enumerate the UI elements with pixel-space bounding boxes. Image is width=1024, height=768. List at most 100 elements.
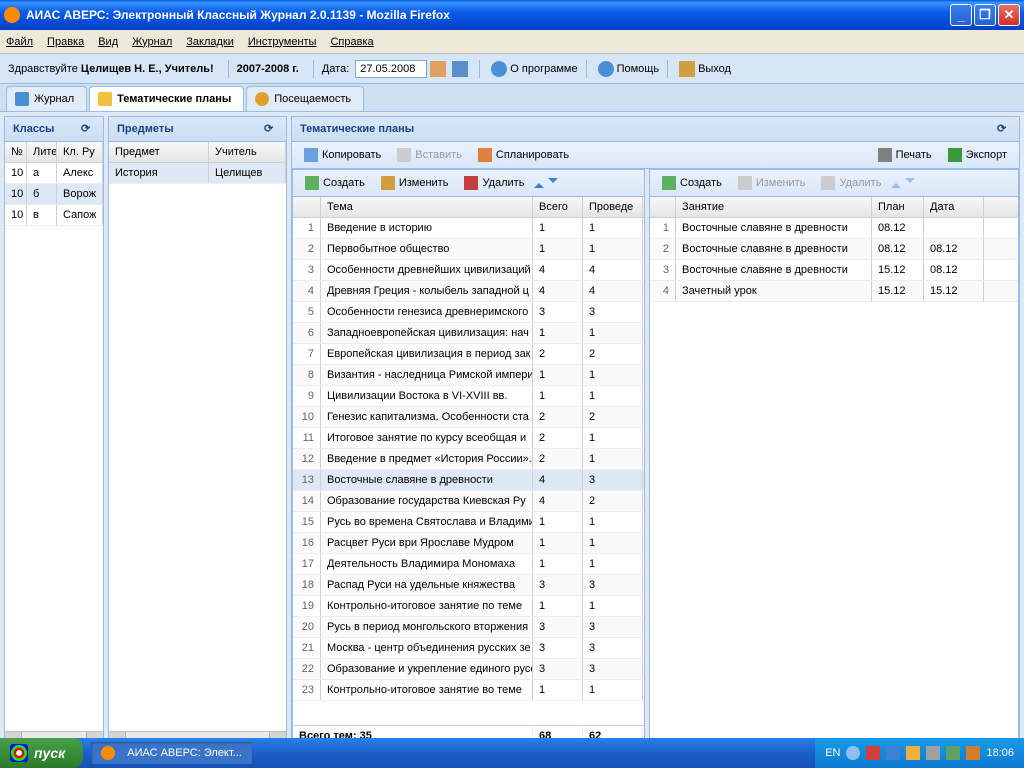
year-label: 2007-2008 г. [237, 63, 299, 75]
paste-button[interactable]: Вставить [391, 146, 468, 164]
lesson-row[interactable]: 4Зачетный урок15.1215.12 [650, 281, 1018, 302]
calendar-icon[interactable] [430, 61, 446, 77]
plan-button[interactable]: Спланировать [472, 146, 575, 164]
edit-icon [381, 176, 395, 190]
theme-row[interactable]: 17Деятельность Владимира Мономаха11 [293, 554, 644, 575]
copy-button[interactable]: Копировать [298, 146, 387, 164]
menu-edit[interactable]: Правка [47, 36, 84, 48]
theme-row[interactable]: 1Введение в историю11 [293, 218, 644, 239]
volume-icon[interactable] [926, 746, 940, 760]
theme-row[interactable]: 15Русь во времена Святослава и Владими11 [293, 512, 644, 533]
folder-icon [98, 92, 112, 106]
tray-icon[interactable] [946, 746, 960, 760]
edit-button[interactable]: Изменить [732, 174, 812, 192]
themes-panel: Создать Изменить Удалить ТемаВсегоПровед… [292, 169, 645, 747]
delete-icon [464, 176, 478, 190]
classes-header: №ЛитеКл. Ру [5, 142, 103, 163]
start-button[interactable]: пуск [0, 738, 83, 768]
subjects-title: Предметы [117, 123, 174, 135]
menu-journal[interactable]: Журнал [132, 36, 172, 48]
tray-icon[interactable] [966, 746, 980, 760]
classes-title: Классы [13, 123, 54, 135]
theme-row[interactable]: 14Образование государства Киевская Ру42 [293, 491, 644, 512]
info-icon[interactable] [491, 61, 507, 77]
lesson-row[interactable]: 2Восточные славяне в древности08.1208.12 [650, 239, 1018, 260]
system-tray: EN 18:06 [815, 738, 1024, 768]
theme-row[interactable]: 19Контрольно-итоговое занятие по теме11 [293, 596, 644, 617]
refresh-date-icon[interactable] [452, 61, 468, 77]
theme-row[interactable]: 9Цивилизации Востока в VI-XVIII вв.11 [293, 386, 644, 407]
close-button[interactable]: ✕ [998, 4, 1020, 26]
menu-help[interactable]: Справка [330, 36, 373, 48]
window-titlebar: АИАС АВЕРС: Электронный Классный Журнал … [0, 0, 1024, 30]
taskbar-app[interactable]: АИАС АВЕРС: Элект... [91, 742, 252, 764]
tray-icon[interactable] [866, 746, 880, 760]
move-up-icon[interactable] [891, 178, 901, 188]
delete-button[interactable]: Удалить [458, 174, 530, 192]
theme-row[interactable]: 18Распад Руси на удельные княжества33 [293, 575, 644, 596]
export-button[interactable]: Экспорт [942, 146, 1013, 164]
help-icon[interactable] [598, 61, 614, 77]
exit-link[interactable]: Выход [698, 63, 731, 75]
lesson-row[interactable]: 1Восточные славяне в древности08.12 [650, 218, 1018, 239]
edit-icon [738, 176, 752, 190]
help-link[interactable]: Помощь [617, 63, 660, 75]
theme-row[interactable]: 4Древняя Греция - колыбель западной ц44 [293, 281, 644, 302]
maximize-button[interactable]: ❐ [974, 4, 996, 26]
move-up-icon[interactable] [534, 178, 544, 188]
delete-button[interactable]: Удалить [815, 174, 887, 192]
lessons-header: ЗанятиеПланДата [650, 197, 1018, 218]
theme-row[interactable]: 7Европейская цивилизация в период зак22 [293, 344, 644, 365]
theme-row[interactable]: 2Первобытное общество11 [293, 239, 644, 260]
print-button[interactable]: Печать [872, 146, 938, 164]
tab-plans[interactable]: Тематические планы [89, 86, 244, 111]
edit-button[interactable]: Изменить [375, 174, 455, 192]
refresh-icon[interactable]: ⟳ [264, 122, 278, 136]
theme-row[interactable]: 22Образование и укрепление единого русс3… [293, 659, 644, 680]
plan-icon [478, 148, 492, 162]
menu-file[interactable]: Файл [6, 36, 33, 48]
theme-row[interactable]: 5Особенности генезиса древнеримского33 [293, 302, 644, 323]
themes-toolbar: Создать Изменить Удалить [293, 170, 644, 197]
tray-icon[interactable] [846, 746, 860, 760]
menu-bookmarks[interactable]: Закладки [186, 36, 234, 48]
tray-icon[interactable] [886, 746, 900, 760]
exit-icon[interactable] [679, 61, 695, 77]
refresh-icon[interactable]: ⟳ [997, 122, 1011, 136]
clock[interactable]: 18:06 [986, 747, 1014, 759]
class-row[interactable]: 10аАлекс [5, 163, 103, 184]
class-row[interactable]: 10вСапож [5, 205, 103, 226]
tab-journal[interactable]: Журнал [6, 86, 87, 111]
menu-view[interactable]: Вид [98, 36, 118, 48]
subject-row[interactable]: ИсторияЦелищев [109, 163, 286, 184]
theme-row[interactable]: 20Русь в период монгольского вторжения33 [293, 617, 644, 638]
theme-row[interactable]: 12Введение в предмет «История России».21 [293, 449, 644, 470]
date-input[interactable] [355, 60, 427, 78]
refresh-icon[interactable]: ⟳ [81, 122, 95, 136]
theme-row[interactable]: 13Восточные славяне в древности43 [293, 470, 644, 491]
tray-icon[interactable] [906, 746, 920, 760]
lesson-row[interactable]: 3Восточные славяне в древности15.1208.12 [650, 260, 1018, 281]
minimize-button[interactable]: _ [950, 4, 972, 26]
create-button[interactable]: Создать [299, 174, 371, 192]
move-down-icon[interactable] [905, 178, 915, 188]
create-button[interactable]: Создать [656, 174, 728, 192]
theme-row[interactable]: 23Контрольно-итоговое занятие во теме11 [293, 680, 644, 701]
menu-tools[interactable]: Инструменты [248, 36, 317, 48]
theme-row[interactable]: 21Москва - центр объединения русских зе3… [293, 638, 644, 659]
theme-row[interactable]: 6Западноевропейская цивилизация: нач11 [293, 323, 644, 344]
theme-row[interactable]: 3Особенности древнейших цивилизаций44 [293, 260, 644, 281]
main-tabs: Журнал Тематические планы Посещаемость [0, 84, 1024, 112]
about-link[interactable]: О программе [510, 63, 577, 75]
language-indicator[interactable]: EN [825, 747, 840, 759]
theme-row[interactable]: 10Генезис капитализма. Особенности ста22 [293, 407, 644, 428]
move-down-icon[interactable] [548, 178, 558, 188]
export-icon [948, 148, 962, 162]
theme-row[interactable]: 11Итоговое занятие по курсу всеобщая и21 [293, 428, 644, 449]
attendance-icon [255, 92, 269, 106]
theme-row[interactable]: 8Византия - наследница Римской импери11 [293, 365, 644, 386]
main-toolbar: Копировать Вставить Спланировать Печать … [292, 142, 1019, 169]
class-row[interactable]: 10бВорож [5, 184, 103, 205]
theme-row[interactable]: 16Расцвет Руси ври Ярославе Мудром11 [293, 533, 644, 554]
tab-attendance[interactable]: Посещаемость [246, 86, 364, 111]
